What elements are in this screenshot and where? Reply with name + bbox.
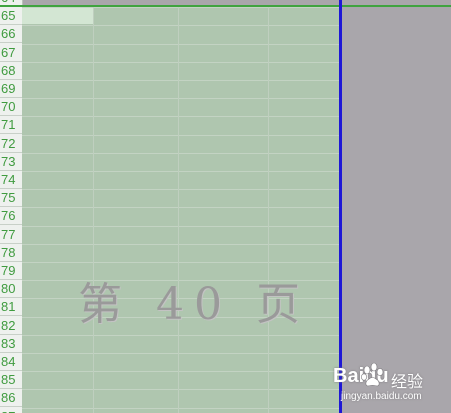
row-number[interactable]: 82: [0, 317, 22, 335]
row-gridline: [22, 189, 340, 191]
spreadsheet-page-break-preview: 6465666768697071727374757677787980818283…: [0, 0, 451, 413]
row-gridline: [22, 134, 340, 136]
row-gridline: [22, 243, 340, 245]
row-gridline: [22, 371, 340, 373]
row-number[interactable]: 72: [0, 135, 22, 153]
row-number[interactable]: 67: [0, 44, 22, 62]
row-number[interactable]: 81: [0, 298, 22, 317]
row-gridline: [22, 225, 340, 227]
row-number[interactable]: 80: [0, 280, 22, 299]
page-break-line[interactable]: [339, 0, 342, 413]
row-number[interactable]: 76: [0, 207, 22, 226]
row-number[interactable]: 86: [0, 389, 22, 408]
non-print-area: [342, 7, 451, 413]
row-header-column: 6465666768697071727374757677787980818283…: [0, 0, 23, 413]
row-gridline: [22, 334, 340, 336]
row-gridline: [22, 116, 340, 118]
row-gridline: [22, 152, 340, 154]
brand-url: jingyan.baidu.com: [341, 391, 422, 402]
row-gridline: [22, 407, 340, 409]
print-area-top-border: [0, 5, 451, 7]
row-gridline: [22, 61, 340, 63]
row-gridline: [22, 262, 340, 263]
row-number[interactable]: 78: [0, 244, 22, 262]
row-number[interactable]: 75: [0, 189, 22, 208]
row-gridline: [22, 43, 340, 45]
column-gridline: [178, 7, 179, 413]
row-number[interactable]: 83: [0, 335, 22, 353]
column-gridline: [268, 7, 269, 413]
row-number[interactable]: 85: [0, 371, 22, 390]
paw-icon: [361, 362, 384, 387]
selected-cell[interactable]: [22, 7, 93, 24]
row-gridline: [22, 80, 340, 81]
row-gridline: [22, 98, 340, 100]
brand-cn-text: 经验: [391, 372, 424, 391]
baidu-jingyan-watermark: Baidu 经验 jingyan.baidu.com: [333, 362, 451, 413]
row-number[interactable]: 65: [0, 7, 22, 26]
row-gridline: [22, 353, 340, 354]
row-number[interactable]: 74: [0, 171, 22, 189]
row-number[interactable]: 79: [0, 262, 22, 280]
cell-grid[interactable]: [22, 7, 340, 413]
page-number-watermark: 第 40 页: [78, 279, 310, 330]
row-number[interactable]: 87: [0, 408, 22, 413]
row-gridline: [22, 25, 340, 27]
row-gridline: [22, 7, 340, 9]
row-gridline: [22, 389, 340, 391]
row-number[interactable]: 68: [0, 62, 22, 80]
row-number[interactable]: 77: [0, 226, 22, 244]
row-number[interactable]: 66: [0, 25, 22, 44]
row-number[interactable]: 69: [0, 80, 22, 98]
row-number[interactable]: 70: [0, 98, 22, 117]
row-number[interactable]: 84: [0, 353, 22, 371]
row-gridline: [22, 207, 340, 209]
row-gridline: [22, 171, 340, 172]
row-number[interactable]: 71: [0, 116, 22, 135]
column-gridline: [93, 7, 94, 413]
row-number[interactable]: 73: [0, 153, 22, 171]
